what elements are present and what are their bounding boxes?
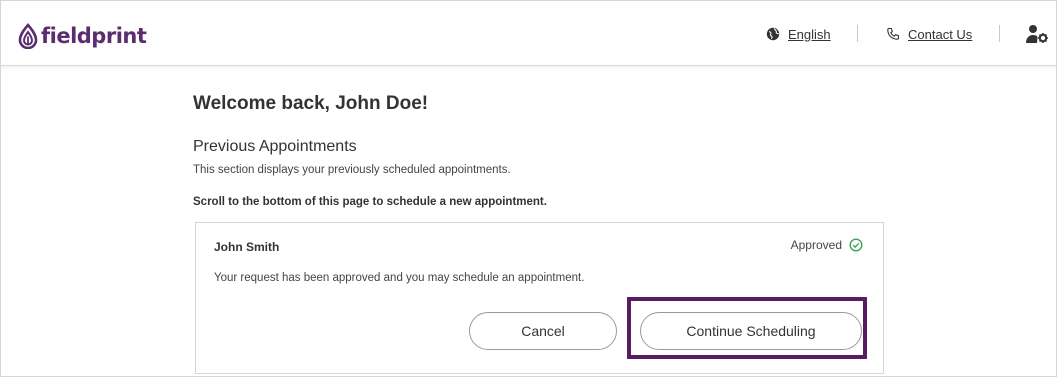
user-settings-icon[interactable] — [1026, 24, 1050, 44]
top-header: fieldprint English Contact Us — [0, 0, 1057, 66]
nav-divider — [999, 25, 1000, 42]
check-circle-icon — [849, 238, 863, 252]
section-description: This section displays your previously sc… — [193, 164, 511, 176]
continue-scheduling-button[interactable]: Continue Scheduling — [640, 312, 862, 350]
appointment-card: John Smith Approved Your request has bee… — [195, 222, 884, 374]
phone-icon — [887, 27, 900, 40]
fieldprint-logo[interactable]: fieldprint — [17, 22, 147, 50]
status-label: Approved — [790, 238, 842, 252]
globe-icon — [766, 27, 780, 41]
previous-appointments-heading: Previous Appointments — [193, 138, 357, 155]
welcome-heading: Welcome back, John Doe! — [193, 93, 429, 114]
contact-us-link[interactable]: Contact Us — [908, 27, 972, 42]
scroll-instruction: Scroll to the bottom of this page to sch… — [193, 196, 547, 208]
language-selector[interactable]: English — [766, 24, 831, 44]
applicant-name: John Smith — [214, 240, 280, 254]
browser-page: fieldprint English Contact Us Welcome ba — [0, 0, 1057, 377]
approval-message: Your request has been approved and you m… — [214, 272, 585, 284]
language-link[interactable]: English — [788, 27, 831, 42]
brand-name: fieldprint — [41, 24, 147, 48]
cancel-button[interactable]: Cancel — [469, 312, 617, 350]
fingerprint-logo-icon — [18, 23, 38, 49]
contact-us[interactable]: Contact Us — [886, 24, 972, 44]
nav-divider — [857, 25, 858, 42]
status-badge: Approved — [791, 238, 863, 252]
